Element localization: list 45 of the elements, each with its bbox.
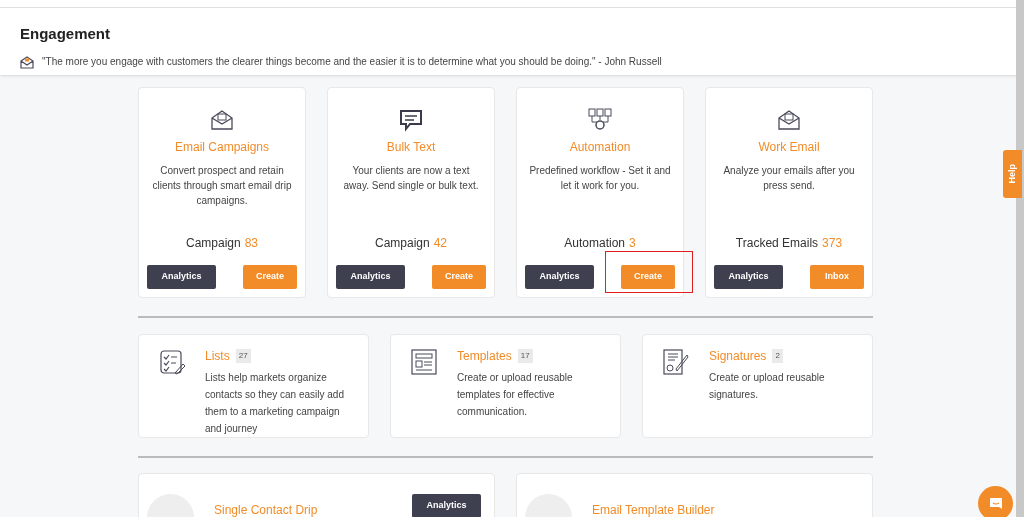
card-description: Create or upload reusable templates for effective communication. <box>457 371 574 419</box>
count-badge: 27 <box>235 349 251 363</box>
card-description: Predefined workflow - Set it and let it work for you. <box>528 164 672 193</box>
count-label: Tracked Emails <box>735 235 819 253</box>
envelope-icon <box>20 54 34 69</box>
card-description: Create or upload reusable signatures. <box>709 371 826 402</box>
card-title: Templates <box>457 348 512 365</box>
card-title: Lists <box>205 348 230 365</box>
card-description: Convert prospect and retain clients through smart email drip campaigns. <box>151 164 293 208</box>
envelope-icon <box>210 108 234 132</box>
count-value: 3 <box>629 235 636 253</box>
card-title: Single Contact Drip <box>214 502 319 517</box>
analytics-button[interactable]: Analytics <box>714 265 783 289</box>
template-icon <box>411 349 437 375</box>
analytics-button[interactable]: Analytics <box>336 265 405 289</box>
analytics-button[interactable]: Analytics <box>412 494 481 517</box>
chat-icon <box>987 495 1004 512</box>
count-label: Campaign <box>185 235 241 253</box>
checklist-icon <box>159 349 185 375</box>
count-label: Automation <box>564 235 625 253</box>
card-description: Analyze your emails after you press send. <box>722 164 856 193</box>
page-title: Engagement <box>20 24 110 44</box>
count-value: 83 <box>244 235 259 253</box>
count-badge: 17 <box>517 349 533 363</box>
quote-text: "The more you engage with customers the clearer things become and the easier it is to determine what you should be doing." - John Russell <box>42 55 662 69</box>
card-title: Signatures <box>709 348 767 365</box>
card-title: Email Template Builder <box>592 502 716 517</box>
card-description: Lists help markets organize contacts so they can easily add them to a marketing campaign and journey <box>205 371 345 436</box>
workflow-icon <box>588 108 612 132</box>
chat-icon <box>399 108 423 132</box>
count-value: 42 <box>433 235 448 253</box>
signature-icon <box>663 349 689 375</box>
card-title: Work Email <box>758 139 820 156</box>
analytics-button[interactable]: Analytics <box>525 265 594 289</box>
card-description: Your clients are now a text away. Send single or bulk text. <box>342 164 480 193</box>
card-title: Bulk Text <box>386 139 436 156</box>
card-title: Email Campaigns <box>174 139 269 156</box>
count-badge: 2 <box>772 349 783 363</box>
card-title: Automation <box>569 139 631 156</box>
envelope-icon <box>777 108 801 132</box>
count-value: 373 <box>822 235 843 253</box>
chat-launcher[interactable] <box>978 486 1013 517</box>
count-label: Campaign <box>374 235 430 253</box>
analytics-button[interactable]: Analytics <box>147 265 216 289</box>
scrollbar[interactable] <box>1016 0 1024 517</box>
